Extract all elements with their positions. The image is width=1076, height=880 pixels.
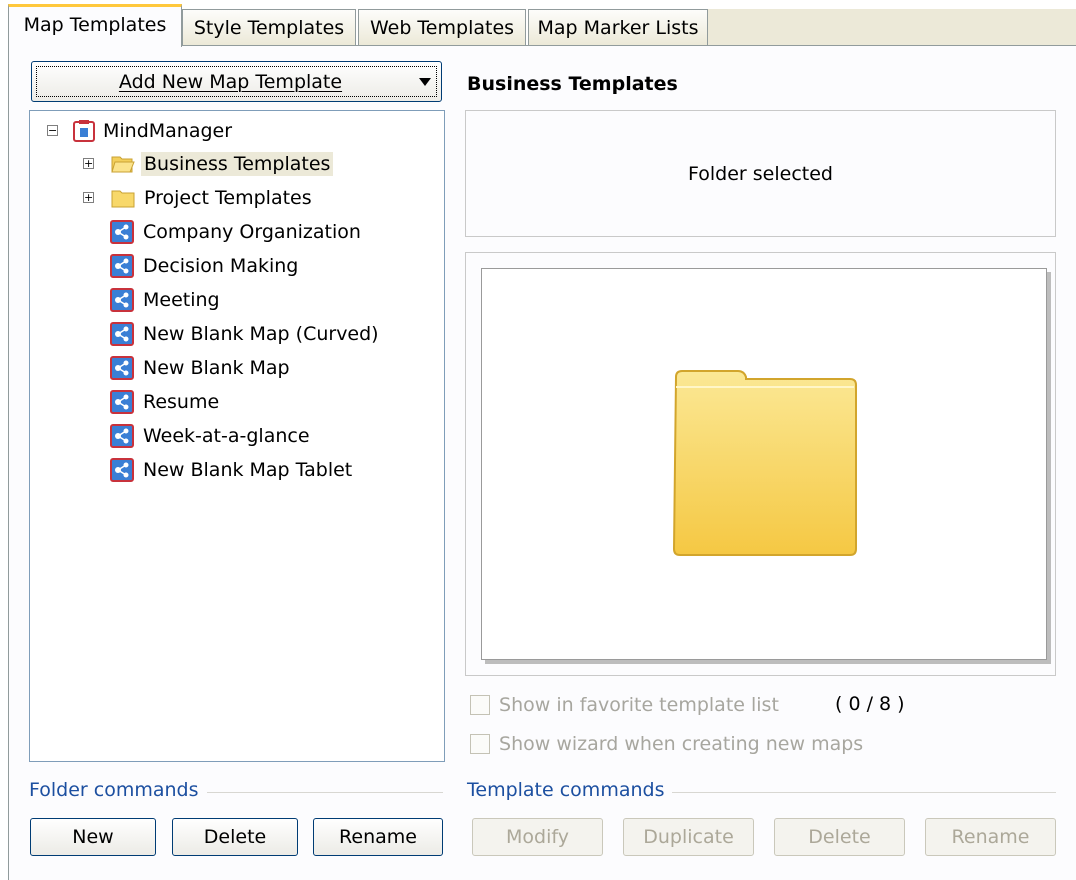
map-template-icon <box>110 424 134 448</box>
tree-item-mindmanager[interactable]: MindManager <box>72 116 235 146</box>
tab-web-templates[interactable]: Web Templates <box>358 9 526 45</box>
button-label: Modify <box>506 826 569 848</box>
folder-icon <box>111 190 135 208</box>
tree-item-template[interactable]: Meeting <box>110 285 223 315</box>
template-duplicate-button[interactable]: Duplicate <box>623 818 754 856</box>
tab-label: Web Templates <box>369 16 515 39</box>
tree-item-template[interactable]: Resume <box>110 387 222 417</box>
tree-item-project-templates[interactable]: Project Templates <box>110 183 315 213</box>
button-label: Rename <box>339 826 417 848</box>
map-template-icon <box>110 458 134 482</box>
tree-item-label: Company Organization <box>143 221 361 243</box>
tree-item-label: New Blank Map (Curved) <box>143 323 379 345</box>
tab-strip-background <box>708 9 1076 45</box>
map-template-icon <box>110 322 134 346</box>
favorite-checkbox[interactable] <box>470 694 490 715</box>
button-label: Duplicate <box>643 826 734 848</box>
template-tree[interactable]: − MindManager + Business Templates + Pro… <box>29 110 445 762</box>
tree-item-label: Business Templates <box>141 152 334 176</box>
tree-item-label: MindManager <box>103 120 233 142</box>
dropdown-arrow-icon <box>419 78 431 86</box>
template-rename-button[interactable]: Rename <box>925 818 1056 856</box>
tab-label: Map Templates <box>23 14 167 36</box>
folder-rename-button[interactable]: Rename <box>313 818 443 856</box>
wizard-checkbox-label: Show wizard when creating new maps <box>499 732 864 755</box>
tree-item-template[interactable]: New Blank Map (Curved) <box>110 319 382 349</box>
tree-item-label: Week-at-a-glance <box>143 425 310 447</box>
expand-toggle-icon[interactable]: + <box>83 158 94 169</box>
selection-info-box: Folder selected <box>465 110 1056 237</box>
folder-commands-divider <box>203 792 443 793</box>
tree-item-label: Resume <box>143 391 220 413</box>
tab-label: Style Templates <box>193 16 345 39</box>
tree-item-template[interactable]: New Blank Map Tablet <box>110 455 355 485</box>
tree-item-label: New Blank Map <box>143 357 290 379</box>
map-template-icon <box>110 254 134 278</box>
map-template-icon <box>110 356 134 380</box>
tree-item-label: Decision Making <box>143 255 299 277</box>
folder-commands-label: Folder commands <box>29 779 207 801</box>
collapse-toggle-icon[interactable]: − <box>47 125 58 136</box>
template-delete-button[interactable]: Delete <box>774 818 905 856</box>
wizard-checkbox-row[interactable]: Show wizard when creating new maps <box>470 732 863 755</box>
template-commands-label: Template commands <box>467 779 673 801</box>
button-label: New <box>72 826 114 848</box>
large-folder-icon <box>672 370 857 556</box>
wizard-checkbox[interactable] <box>470 733 490 754</box>
template-preview-card <box>481 268 1047 660</box>
tree-item-label: Project Templates <box>144 187 312 209</box>
tab-map-templates[interactable]: Map Templates <box>8 4 182 47</box>
favorite-checkbox-label: Show in favorite template list <box>499 693 779 716</box>
tree-item-template[interactable]: New Blank Map <box>110 353 293 383</box>
button-label: Delete <box>808 826 871 848</box>
expand-toggle-icon[interactable]: + <box>83 192 94 203</box>
add-new-map-template-button[interactable]: Add New Map Template <box>31 61 442 102</box>
template-commands-divider <box>670 792 1056 793</box>
map-template-icon <box>110 220 134 244</box>
mindmanager-root-icon <box>73 120 95 142</box>
selection-info-text: Folder selected <box>688 162 833 185</box>
folder-new-button[interactable]: New <box>30 818 156 856</box>
favorite-checkbox-row[interactable]: Show in favorite template list <box>470 693 779 716</box>
tab-style-templates[interactable]: Style Templates <box>182 9 356 45</box>
add-template-label: Add New Map Template <box>118 70 343 93</box>
button-label: Delete <box>203 826 267 848</box>
map-template-icon <box>110 390 134 414</box>
tab-label: Map Marker Lists <box>537 16 699 39</box>
tree-item-business-templates[interactable]: Business Templates <box>110 149 334 179</box>
folder-delete-button[interactable]: Delete <box>172 818 298 856</box>
tab-strip: Map Templates Style Templates Web Templa… <box>0 0 1076 47</box>
tree-item-label: Meeting <box>143 289 220 311</box>
tree-item-template[interactable]: Week-at-a-glance <box>110 421 313 451</box>
selected-item-title: Business Templates <box>467 73 678 95</box>
tab-map-marker-lists[interactable]: Map Marker Lists <box>528 9 708 45</box>
tree-item-template[interactable]: Company Organization <box>110 217 364 247</box>
tree-item-template[interactable]: Decision Making <box>110 251 301 281</box>
tree-item-label: New Blank Map Tablet <box>143 459 353 481</box>
button-label: Rename <box>951 826 1030 848</box>
folder-open-icon <box>111 156 135 173</box>
map-template-icon <box>110 288 134 312</box>
template-modify-button[interactable]: Modify <box>472 818 603 856</box>
favorite-count: ( 0 / 8 ) <box>835 693 905 715</box>
